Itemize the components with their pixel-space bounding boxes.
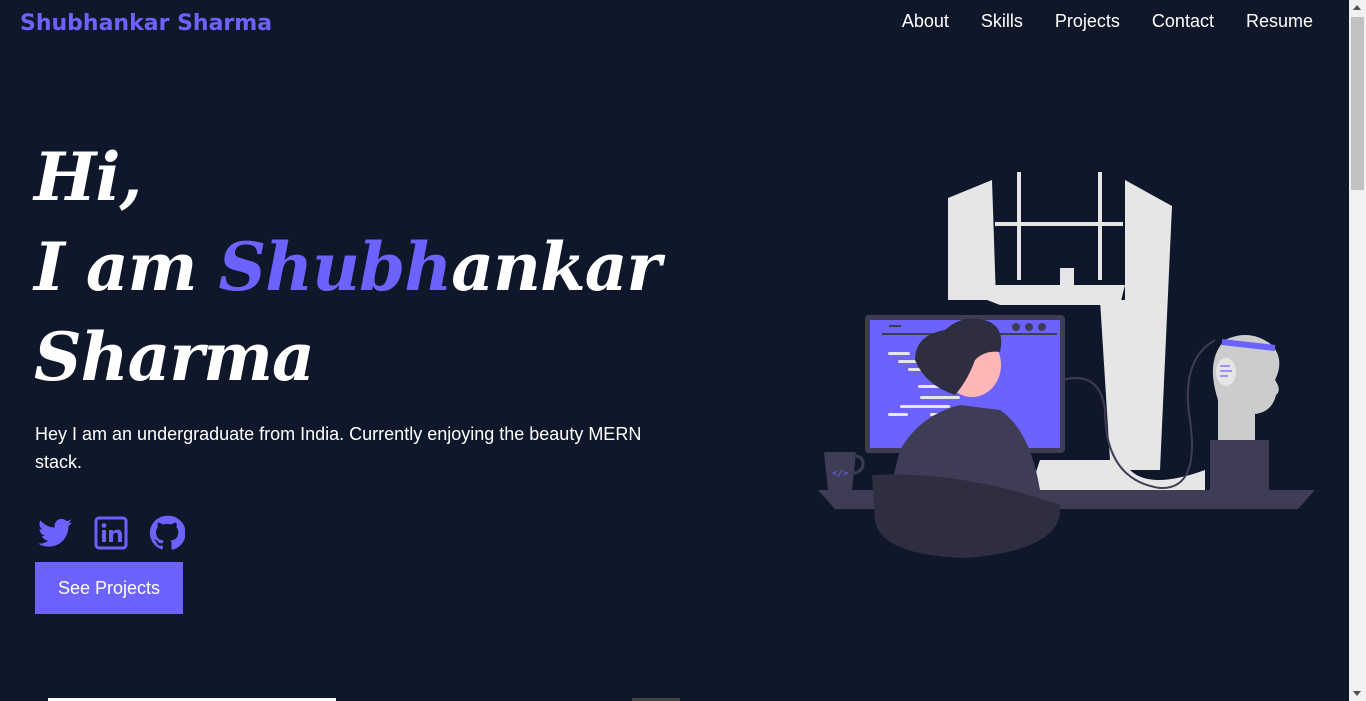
github-icon[interactable] (149, 515, 185, 551)
linkedin-icon[interactable] (93, 515, 129, 551)
scroll-down-icon[interactable] (1353, 691, 1361, 696)
scroll-up-icon[interactable] (1353, 5, 1361, 10)
see-projects-button[interactable]: See Projects (35, 562, 183, 614)
hero-title: Hi, I am Shubhankar Sharma (34, 132, 661, 402)
mug-code-tag: </> (832, 469, 849, 479)
developer-illustration: </> (818, 172, 1315, 558)
scrollbar[interactable] (1349, 0, 1366, 701)
nav-projects[interactable]: Projects (1055, 11, 1120, 32)
hero-name-rest: ankar (451, 228, 661, 306)
navbar: Shubhankar Sharma About Skills Projects … (0, 0, 1349, 50)
twitter-icon[interactable] (37, 515, 73, 551)
scroll-thumb[interactable] (1351, 17, 1364, 190)
hero-greeting: Hi, (34, 138, 142, 216)
social-links (37, 515, 185, 551)
nav-skills[interactable]: Skills (981, 11, 1023, 32)
hero-surname: Sharma (34, 318, 315, 396)
brand-logo[interactable]: Shubhankar Sharma (20, 11, 272, 36)
nav-contact[interactable]: Contact (1152, 11, 1214, 32)
hero-name-line: I am Shubhankar (34, 222, 661, 312)
hero-name-accent: Shubh (218, 228, 452, 306)
hero-description: Hey I am an undergraduate from India. Cu… (35, 424, 642, 472)
hero-prefix: I am (34, 228, 219, 306)
nav-about[interactable]: About (902, 11, 949, 32)
nav-resume[interactable]: Resume (1246, 11, 1313, 32)
nav-links: About Skills Projects Contact Resume (902, 11, 1313, 32)
